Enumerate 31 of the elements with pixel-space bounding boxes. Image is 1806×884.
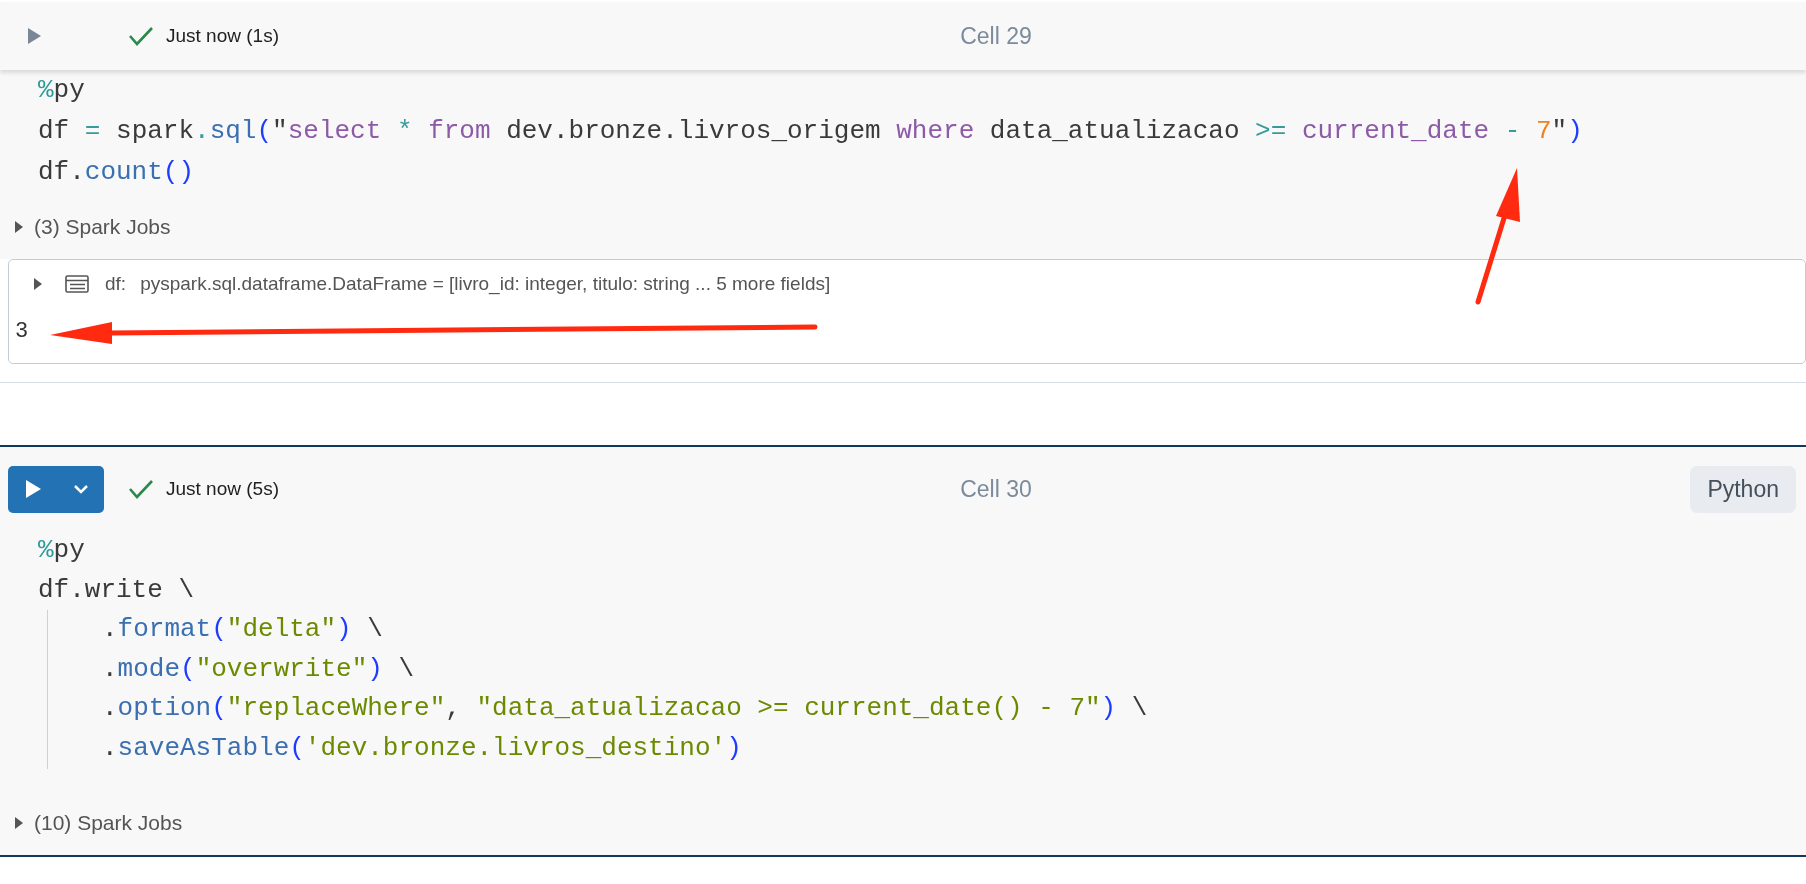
spark-jobs-toggle[interactable]: (3) Spark Jobs bbox=[34, 215, 171, 239]
play-icon bbox=[23, 479, 42, 499]
spark-jobs-toggle[interactable]: (10) Spark Jobs bbox=[34, 810, 183, 835]
cell-title: Cell 29 bbox=[960, 22, 1032, 49]
variable-name: df: bbox=[105, 273, 127, 295]
code-line: %py bbox=[38, 75, 85, 105]
code-line: .option("replaceWhere", "data_atualizacao >= current_date() - 7") \ bbox=[102, 693, 1148, 724]
language-button[interactable]: Python bbox=[1690, 465, 1796, 513]
code-editor[interactable]: %py df = spark.sql("select * from dev.bronze.livros_origem where data_atualizacao >= current_date - 7") df.count() bbox=[0, 70, 1806, 193]
run-status: Just now (1s) bbox=[166, 25, 279, 47]
variable-type: pyspark.sql.dataframe.DataFrame = [livro_id: integer, titulo: string ... 5 more fields] bbox=[140, 273, 831, 295]
code-line: .format("delta") \ bbox=[102, 614, 383, 645]
code-line: %py bbox=[38, 535, 85, 565]
code-line: df.write \ bbox=[38, 574, 195, 605]
chevron-down-icon bbox=[72, 484, 89, 494]
run-status: Just now (5s) bbox=[166, 478, 279, 500]
play-icon[interactable] bbox=[26, 27, 42, 45]
code-editor[interactable]: %py df.write \ .format("delta") \ .mode("overwrite") \ .option("replaceWhere", "data_atualizacao >= current_date() - 7") \ .saveAsTable('dev.bronze.livros_destino') bbox=[0, 531, 1806, 769]
run-button[interactable] bbox=[8, 465, 104, 513]
expand-triangle-icon[interactable] bbox=[14, 220, 24, 234]
notebook-cell[interactable] bbox=[0, 0, 1806, 385]
table-icon bbox=[65, 275, 89, 293]
code-line: df.count() bbox=[38, 157, 195, 187]
notebook-cell[interactable] bbox=[0, 445, 1806, 857]
expand-triangle-icon[interactable] bbox=[33, 277, 43, 291]
code-line: .saveAsTable('dev.bronze.livros_destino') bbox=[102, 732, 742, 763]
result-value: 3 bbox=[14, 318, 29, 346]
code-line: .mode("overwrite") \ bbox=[102, 653, 415, 684]
expand-triangle-icon[interactable] bbox=[14, 815, 24, 830]
code-line: df = spark.sql("select * from dev.bronze.livros_origem where data_atualizacao >= current_date - 7") bbox=[38, 116, 1583, 146]
cell-title: Cell 30 bbox=[960, 475, 1032, 502]
